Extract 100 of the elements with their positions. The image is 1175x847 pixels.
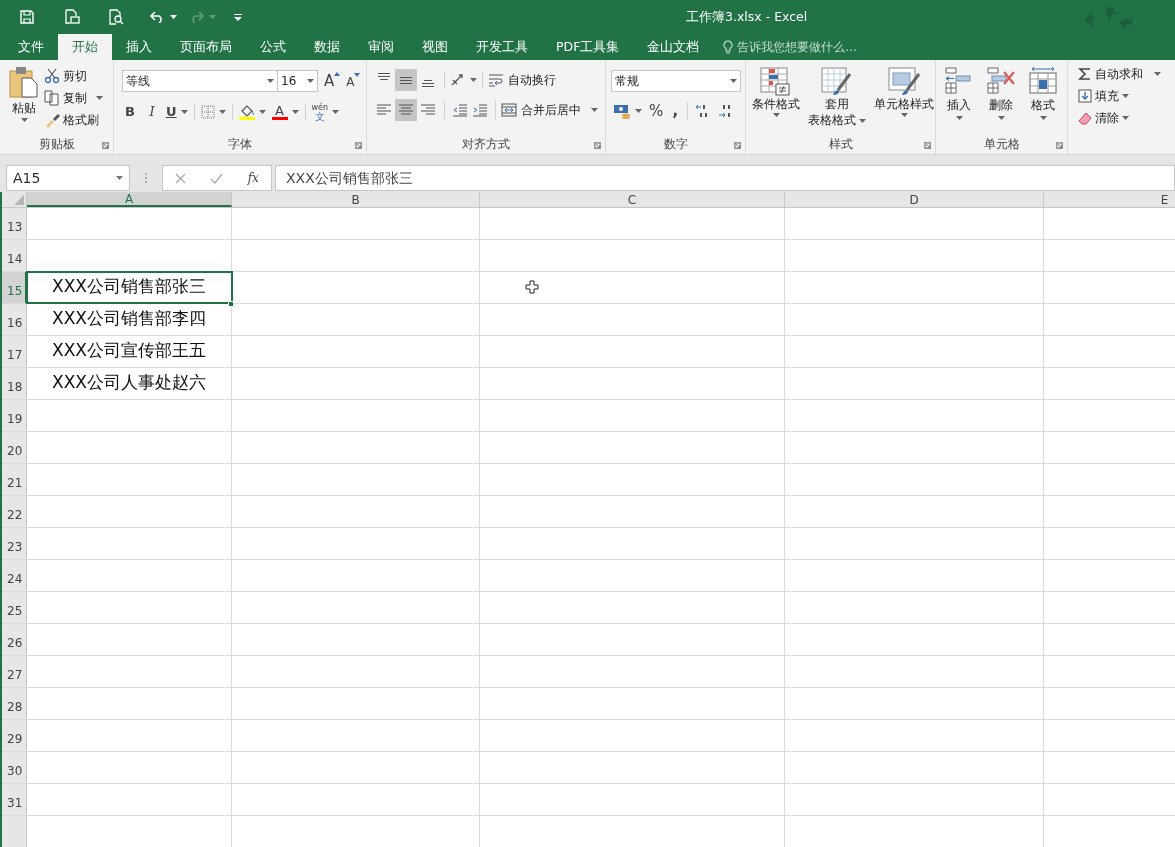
grow-font-button[interactable]: A <box>324 70 341 93</box>
paste-button[interactable]: 粘贴 <box>8 66 40 130</box>
row-header[interactable]: 13 <box>2 208 27 239</box>
group-label: 单元格 <box>983 136 1020 153</box>
merge-center-button[interactable]: 合并后居中 <box>501 101 598 119</box>
row-header[interactable]: 16 <box>2 304 27 335</box>
money-icon <box>613 103 631 119</box>
fill-button[interactable]: 填充 <box>1078 87 1175 105</box>
font-size-field[interactable]: 16 <box>278 70 318 93</box>
row-header[interactable]: 31 <box>2 784 27 815</box>
ribbon-tab[interactable]: 插入 <box>112 34 166 60</box>
column-header[interactable]: E <box>1044 192 1175 207</box>
font-color-button[interactable]: A <box>271 103 299 120</box>
fill-color-button[interactable] <box>238 103 266 120</box>
row-header[interactable]: 24 <box>2 560 27 591</box>
delete-cells-button[interactable]: 删除 <box>986 66 1016 134</box>
caret-icon <box>1122 94 1129 98</box>
align-center-icon <box>398 102 414 118</box>
ribbon-tab[interactable]: 文件 <box>4 34 58 60</box>
tell-me-field[interactable]: 告诉我您想要做什么... <box>723 34 857 60</box>
align-middle-button[interactable] <box>395 69 417 91</box>
row-header[interactable]: 28 <box>2 688 27 719</box>
cursor-icon <box>525 280 539 294</box>
undo-button[interactable] <box>150 11 177 23</box>
ribbon-tab[interactable]: 审阅 <box>354 34 408 60</box>
number-format-field[interactable]: 常规 <box>611 70 741 92</box>
caret-icon <box>470 78 477 82</box>
row-header[interactable]: 30 <box>2 752 27 783</box>
column-header[interactable]: C <box>480 192 785 207</box>
underline-button[interactable]: U <box>166 101 188 122</box>
cut-button[interactable]: 剪切 <box>44 67 103 85</box>
ribbon-tab[interactable]: 页面布局 <box>166 34 246 60</box>
row-header[interactable]: 21 <box>2 464 27 495</box>
wrap-text-button[interactable]: 自动换行 <box>488 71 556 89</box>
row-header[interactable]: 18 <box>2 368 27 399</box>
align-top-icon <box>378 73 390 80</box>
caret-icon <box>116 176 123 180</box>
row-header[interactable]: 14 <box>2 240 27 271</box>
row-header[interactable]: 26 <box>2 624 27 655</box>
table-format-button[interactable]: 套用 表格格式 <box>804 66 870 134</box>
dialog-launcher-icon <box>102 142 109 149</box>
clear-button[interactable]: 清除 <box>1078 109 1175 127</box>
row-header[interactable]: 19 <box>2 400 27 431</box>
group-label: 字体 <box>228 136 252 153</box>
ribbon-tab[interactable]: PDF工具集 <box>542 34 634 60</box>
column-header[interactable]: A <box>27 192 232 207</box>
outdent-icon <box>452 103 468 117</box>
ribbon-tab[interactable]: 开始 <box>58 34 112 60</box>
caret-icon <box>1039 116 1047 120</box>
italic-button[interactable]: I <box>144 101 160 122</box>
copy-button[interactable]: 复制 <box>44 89 103 107</box>
row-header[interactable]: 25 <box>2 592 27 623</box>
print-preview-button[interactable] <box>108 9 124 25</box>
column-header[interactable]: D <box>785 192 1044 207</box>
ribbon-tab[interactable]: 开发工具 <box>462 34 542 60</box>
row-header[interactable]: 20 <box>2 432 27 463</box>
row-header[interactable]: 27 <box>2 656 27 687</box>
save-button[interactable] <box>20 9 36 25</box>
row-header[interactable]: 17 <box>2 336 27 367</box>
redo-icon <box>189 11 204 23</box>
fill-down-icon <box>1078 89 1092 103</box>
customize-toolbar-button[interactable] <box>234 13 242 21</box>
insert-cells-button[interactable]: 插入 <box>944 66 974 134</box>
caret-icon <box>291 109 299 114</box>
ribbon-tab[interactable]: 视图 <box>408 34 462 60</box>
ribbon-tab[interactable]: 数据 <box>300 34 354 60</box>
autosum-button[interactable]: 自动求和 <box>1078 65 1175 83</box>
format-painter-button[interactable]: 格式刷 <box>44 111 103 129</box>
orientation-button[interactable] <box>450 73 477 87</box>
conditional-format-button[interactable]: 条件格式 <box>748 66 804 134</box>
delete-cells-icon <box>986 66 1016 94</box>
lightbulb-icon <box>723 40 734 54</box>
format-cells-button[interactable]: 格式 <box>1028 66 1058 134</box>
row-header[interactable]: 22 <box>2 496 27 527</box>
ribbon-tab[interactable]: 金山文档 <box>633 34 714 60</box>
phonetic-button[interactable]: wén 文 <box>311 102 340 121</box>
caret-icon <box>997 116 1005 120</box>
row-header[interactable]: 29 <box>2 720 27 751</box>
shrink-font-button[interactable]: A <box>346 71 361 92</box>
align-left-icon <box>376 102 392 118</box>
ribbon-tab[interactable]: 公式 <box>246 34 300 60</box>
font-name-field[interactable]: 等线 <box>122 70 278 93</box>
currency-button[interactable] <box>613 103 642 119</box>
cell-format-button[interactable]: 单元格样式 <box>870 66 938 134</box>
row-header[interactable]: 23 <box>2 528 27 559</box>
column-header[interactable]: B <box>232 192 480 207</box>
borders-button[interactable] <box>200 104 226 119</box>
caret-icon <box>209 15 216 19</box>
bold-button[interactable]: B <box>122 101 138 122</box>
name-box[interactable]: A15 <box>6 165 130 191</box>
fill-handle[interactable] <box>228 301 234 307</box>
print-preview-button[interactable] <box>64 9 80 25</box>
formula-input[interactable]: XXX公司销售部张三 <box>275 165 1175 191</box>
table-cell: XXX公司销售部李四 <box>27 304 232 335</box>
select-all-icon <box>14 195 24 205</box>
row-header[interactable]: 15 <box>2 272 27 303</box>
percent-button[interactable]: % <box>649 99 664 123</box>
dialog-launcher-icon <box>734 142 741 149</box>
comma-button[interactable]: , <box>670 99 681 123</box>
insert-function-button[interactable]: fx <box>247 169 259 187</box>
